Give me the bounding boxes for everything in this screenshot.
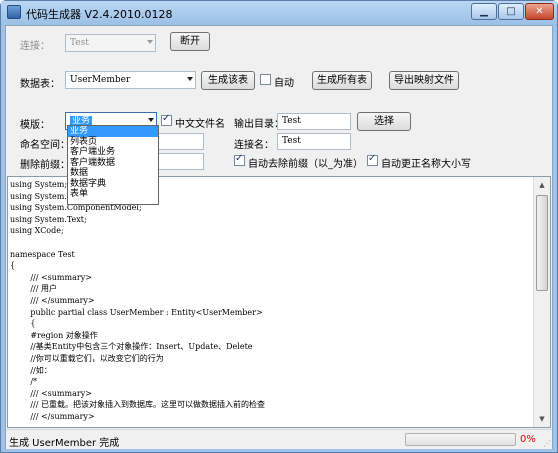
data-table-select-value: UserMember (70, 75, 131, 85)
connection-select-value: Test (70, 38, 89, 48)
template-label: 模版： (20, 120, 50, 131)
status-bar: 生成 UserMember 完成 0% ⋰ (6, 429, 552, 449)
resize-grip-icon[interactable]: ⋰ (543, 439, 551, 448)
code-line: //如： (10, 365, 52, 375)
code-editor[interactable]: using System;using System.Collections.Ge… (7, 176, 551, 428)
chevron-down-icon (147, 40, 153, 44)
vertical-scrollbar[interactable]: ▲ ▼ (533, 177, 550, 427)
chevron-down-icon (148, 118, 154, 122)
code-line: namespace Test (10, 249, 75, 259)
maximize-icon[interactable]: □ (498, 3, 524, 20)
generate-all-button[interactable]: 生成所有表 (312, 71, 372, 90)
data-table-select[interactable]: UserMember (65, 71, 196, 89)
chinese-filename-label: 中文文件名 (175, 119, 225, 130)
app-window: 代码生成器 V2.4.2010.0128 ▁ □ ✕ 连接： Test 断开 数… (0, 0, 558, 453)
disconnect-button[interactable]: 断开 (170, 32, 210, 51)
chinese-filename-checkbox[interactable] (161, 113, 172, 126)
auto-remove-prefix-label: 自动去除前缀（以_为准） (248, 159, 363, 170)
code-line: /* (10, 377, 38, 387)
auto-label: 自动 (274, 78, 294, 89)
template-option[interactable]: 客户端业务 (68, 147, 158, 158)
auto-remove-prefix-checkbox[interactable] (234, 153, 245, 166)
title-bar[interactable]: 代码生成器 V2.4.2010.0128 ▁ □ ✕ (1, 1, 557, 25)
auto-correct-case-checkbox[interactable] (367, 153, 378, 166)
namespace-input[interactable] (156, 133, 204, 150)
output-dir-input[interactable]: Test (277, 113, 351, 130)
code-line: /// </summary> (10, 411, 95, 421)
minimize-icon[interactable]: ▁ (471, 3, 497, 20)
code-line: #region 对象操作 (10, 330, 98, 340)
template-option[interactable]: 表单 (68, 189, 158, 200)
template-option[interactable]: 数据 (68, 168, 158, 179)
code-line: /// <summary> (10, 388, 92, 398)
window-title: 代码生成器 V2.4.2010.0128 (26, 8, 173, 21)
code-line: /// </summary> (10, 295, 95, 305)
remove-prefix-input[interactable] (156, 153, 204, 170)
scroll-thumb[interactable] (536, 195, 548, 291)
connection-select: Test (65, 34, 156, 52)
code-line: //基类Entity中包含三个对象操作：Insert、Update、Delete (10, 342, 253, 352)
status-message: 生成 UserMember 完成 (9, 438, 120, 449)
template-option[interactable]: 客户端数据 (68, 158, 158, 169)
main-panel: 连接： Test 断开 数据表： UserMember 生成该表 自动 生成所有… (5, 25, 553, 449)
code-line: { (10, 319, 36, 329)
template-option[interactable]: 列表页 (68, 137, 158, 148)
close-icon[interactable]: ✕ (525, 3, 554, 20)
namespace-label: 命名空间： (20, 140, 70, 151)
data-table-label: 数据表： (20, 79, 60, 90)
progress-percent: 0% (520, 434, 536, 445)
code-text[interactable]: using System;using System.Collections.Ge… (10, 179, 532, 427)
connection-name-input[interactable]: Test (277, 133, 351, 150)
code-line: { (10, 261, 16, 271)
generate-table-button[interactable]: 生成该表 (201, 71, 255, 90)
code-line: using XCode; (10, 226, 64, 236)
select-output-dir-button[interactable]: 选择 (357, 112, 411, 131)
connection-name-label: 连接名： (234, 140, 274, 151)
code-line: /// <summary> (10, 272, 92, 282)
template-option[interactable]: 业务 (68, 126, 158, 137)
scroll-up-icon[interactable]: ▲ (534, 177, 550, 193)
connection-label: 连接： (20, 41, 50, 52)
code-line: public partial class UserMember : Entity… (10, 307, 263, 317)
auto-checkbox[interactable] (260, 74, 271, 85)
code-line: /// 用户 (10, 284, 57, 294)
app-icon (7, 5, 21, 19)
template-dropdown-list[interactable]: 业务 列表页 客户端业务 客户端数据 数据 数据字典 表单 (67, 125, 159, 205)
progress-bar (405, 433, 516, 446)
auto-correct-case-label: 自动更正名称大小写 (381, 159, 471, 170)
code-line: using System.Text; (10, 214, 87, 224)
scroll-down-icon[interactable]: ▼ (534, 411, 550, 427)
remove-prefix-label: 删除前缀： (20, 160, 70, 171)
template-option[interactable]: 数据字典 (68, 179, 158, 190)
code-line: //你可以重载它们，以改变它们的行为 (10, 353, 164, 363)
export-map-button[interactable]: 导出映射文件 (389, 71, 459, 90)
chevron-down-icon (187, 77, 193, 81)
code-line: /// 已重载。把该对象插入到数据库。这里可以做数据插入前的检查 (10, 400, 265, 410)
